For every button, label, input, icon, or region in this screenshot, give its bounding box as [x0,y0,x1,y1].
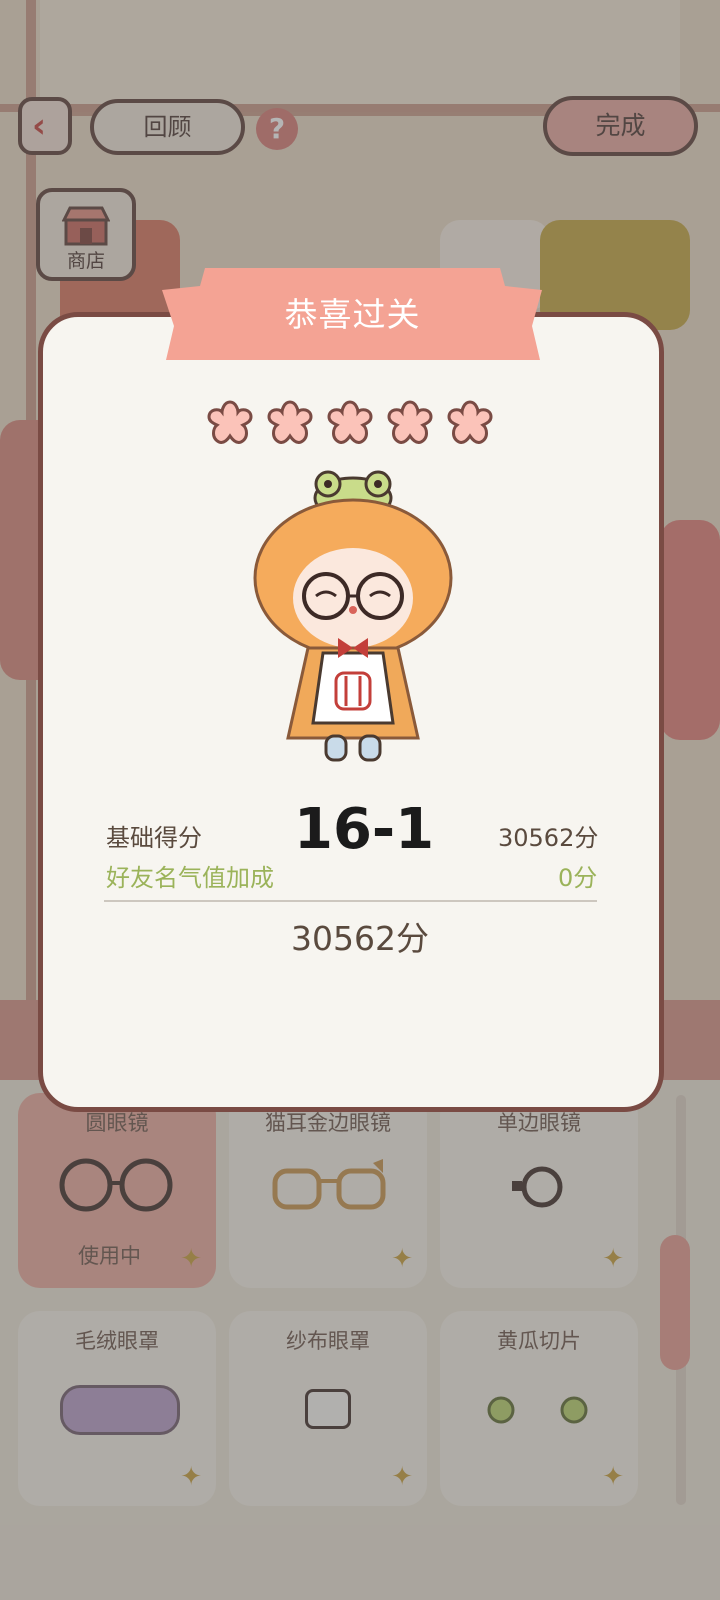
score-divider [104,900,597,902]
dialog-title: 恭喜过关 [284,295,421,334]
base-score-value: 30562分 [498,824,599,852]
flower-star-icon [267,400,313,444]
rating-stars [207,400,493,444]
flower-star-icon [327,400,373,444]
friend-bonus-value: 0分 [558,864,598,892]
character-avatar [253,470,453,762]
flower-star-icon [387,400,433,444]
flower-star-icon [447,400,493,444]
base-score-label: 基础得分 [106,824,202,852]
total-score: 30562分 [291,919,429,958]
flower-star-icon [207,400,253,444]
friend-bonus-label: 好友名气值加成 [106,864,274,892]
level-number: 16-1 [294,797,435,862]
